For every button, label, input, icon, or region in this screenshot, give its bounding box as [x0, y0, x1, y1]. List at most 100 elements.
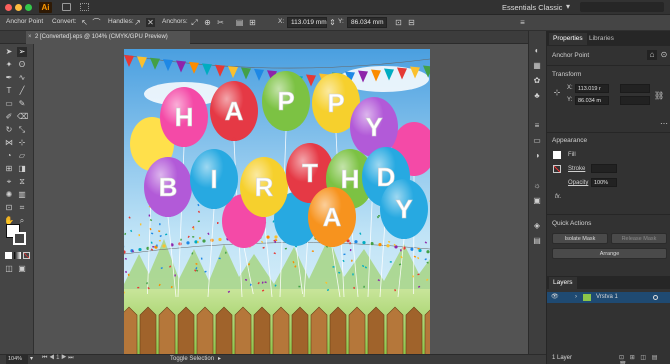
width-tool-icon[interactable]: ⋈ [4, 138, 14, 148]
screen-mode-icon[interactable]: ▣ [17, 264, 27, 274]
align-icon[interactable]: ▤ [235, 18, 244, 27]
layer-row[interactable]: 👁 › Vrstva 1 [547, 292, 670, 303]
target-icon[interactable] [653, 295, 658, 300]
rotate-icon[interactable]: ↻ [4, 125, 14, 135]
cut-path-icon[interactable]: ✂ [216, 18, 225, 27]
tab-layers[interactable]: Layers [549, 277, 577, 289]
perspective-icon[interactable]: ▱ [17, 151, 27, 161]
mesh-icon[interactable]: ⊞ [4, 164, 14, 174]
canvas-area[interactable]: HAPPYBIRTHDAY [34, 44, 546, 354]
height-field[interactable] [620, 96, 650, 105]
tab-properties[interactable]: Properties [549, 33, 587, 45]
layers-panel-icon[interactable]: ◈ [532, 221, 542, 231]
y-field[interactable]: 86.034 m [575, 96, 609, 105]
artboards-panel-icon[interactable]: ▤ [532, 236, 542, 246]
line-tool-icon[interactable]: ╱ [17, 86, 27, 96]
stock-icon[interactable] [80, 3, 89, 11]
stroke-swatch[interactable] [13, 232, 26, 245]
reference-point-icon[interactable]: ⊹ [552, 88, 562, 98]
transparency-panel-icon[interactable]: ◑ [532, 151, 542, 161]
magic-wand-icon[interactable]: ✦ [4, 60, 14, 70]
color-mode-icon[interactable] [5, 252, 12, 259]
tab-document[interactable]: × 2 [Converted].eps @ 104% (CMYK/GPU Pre… [26, 31, 190, 44]
zoom-window-button[interactable] [25, 4, 32, 11]
gradient-mode-icon[interactable] [14, 252, 21, 259]
shaper-icon[interactable]: ✐ [4, 112, 14, 122]
swatches-panel-icon[interactable]: ▦ [532, 61, 542, 71]
opacity-field[interactable]: 100% [591, 178, 617, 187]
none-mode-icon[interactable] [23, 252, 30, 259]
target-icon[interactable]: ⊙ [659, 50, 669, 60]
stroke-panel-icon[interactable]: ≡ [532, 121, 542, 131]
help-search-input[interactable] [580, 2, 664, 12]
expand-icon[interactable]: › [575, 292, 577, 303]
scale-icon[interactable]: ⤡ [17, 125, 27, 135]
shape-builder-icon[interactable]: ◔ [4, 151, 14, 161]
zoom-field[interactable]: 104% [6, 355, 28, 364]
draw-normal-icon[interactable]: ◫ [4, 264, 14, 274]
graphic-styles-icon[interactable]: ▣ [532, 196, 542, 206]
y-field[interactable]: 86.034 mm [347, 17, 387, 28]
symbols-panel-icon[interactable]: ♣ [532, 91, 542, 101]
hide-handles-icon[interactable]: ✕ [146, 18, 155, 27]
close-window-button[interactable] [5, 4, 12, 11]
more-options-icon[interactable]: ⋯ [659, 119, 669, 129]
panel-menu-icon[interactable]: ≡ [518, 18, 527, 27]
direct-selection-tool-icon[interactable]: ➢ [17, 47, 27, 57]
artboard-nav[interactable]: ⏮ ◀ 1 ▶ ⏭ [42, 355, 74, 362]
bridge-icon[interactable] [62, 3, 71, 11]
tab-libraries[interactable]: Libraries [585, 33, 618, 45]
link-icon[interactable]: ⛓ [654, 91, 664, 101]
free-transform-icon[interactable]: ⊹ [17, 138, 27, 148]
convert-corner-icon[interactable]: ↖ [80, 18, 89, 27]
symbol-sprayer-icon[interactable]: ✺ [4, 190, 14, 200]
selection-tool-icon[interactable]: ➤ [4, 47, 14, 57]
pen-tool-icon[interactable]: ✒ [4, 73, 14, 83]
gradient-panel-icon[interactable]: ▭ [532, 136, 542, 146]
layer-actions[interactable]: ⊡ ⊞ ◫ ▤ 🗑 [619, 354, 670, 364]
show-handles-icon[interactable]: ↗ [133, 18, 142, 27]
appearance-panel-icon[interactable]: ☼ [532, 181, 542, 191]
chevron-down-icon[interactable]: ▾ [566, 2, 570, 11]
transform-icon[interactable]: ⊞ [248, 18, 257, 27]
chevron-right-icon[interactable]: ▸ [218, 355, 221, 362]
opacity-label[interactable]: Opacity [568, 180, 588, 186]
spinner-icon[interactable]: ⇕ [328, 18, 337, 27]
blend-icon[interactable]: ⧖ [17, 177, 27, 187]
eye-icon[interactable]: 👁 [551, 292, 559, 303]
rectangle-tool-icon[interactable]: ▭ [4, 99, 14, 109]
x-field[interactable]: 113.019 mm [287, 17, 327, 28]
release-mask-button[interactable]: Release Mask [611, 233, 667, 244]
close-icon[interactable]: × [28, 31, 32, 44]
layer-name[interactable]: Vrstva 1 [596, 292, 618, 303]
artboard-icon[interactable]: ⊡ [4, 203, 14, 213]
minimize-window-button[interactable] [15, 4, 22, 11]
brushes-panel-icon[interactable]: ✿ [532, 76, 542, 86]
fx-button[interactable]: fx. [555, 194, 561, 200]
workspace-switcher[interactable]: Essentials Classic [502, 3, 562, 12]
color-panel-icon[interactable]: ◐ [532, 46, 542, 56]
arrange-button[interactable]: Arrange [552, 248, 667, 259]
eraser-icon[interactable]: ⌫ [17, 112, 27, 122]
convert-smooth-icon[interactable]: ⌒ [92, 18, 101, 27]
connect-anchor-icon[interactable]: ⊕ [203, 18, 212, 27]
fill-swatch[interactable] [553, 151, 561, 159]
stroke-label[interactable]: Stroke [568, 166, 585, 172]
paintbrush-icon[interactable]: ✎ [17, 99, 27, 109]
slice-icon[interactable]: ⌗ [17, 203, 27, 213]
remove-anchor-icon[interactable]: ⤢ [190, 18, 199, 27]
column-graph-icon[interactable]: ▥ [17, 190, 27, 200]
type-tool-icon[interactable]: T [4, 86, 14, 96]
stroke-swatch[interactable] [553, 165, 561, 173]
x-field[interactable]: 113.019 r [575, 84, 609, 93]
eyedropper-icon[interactable]: ⌖ [4, 177, 14, 187]
isolate-mask-button[interactable]: Isolate Mask [552, 233, 608, 244]
isolate-icon[interactable]: ⊡ [394, 18, 403, 27]
chevron-down-icon[interactable]: ▾ [30, 355, 33, 362]
isolate-icon[interactable]: ⌂ [647, 50, 657, 60]
gradient-icon[interactable]: ◨ [17, 164, 27, 174]
curvature-icon[interactable]: ∿ [17, 73, 27, 83]
artwork[interactable]: HAPPYBIRTHDAY [124, 49, 430, 355]
stroke-weight-field[interactable] [591, 164, 617, 173]
release-icon[interactable]: ⊟ [407, 18, 416, 27]
